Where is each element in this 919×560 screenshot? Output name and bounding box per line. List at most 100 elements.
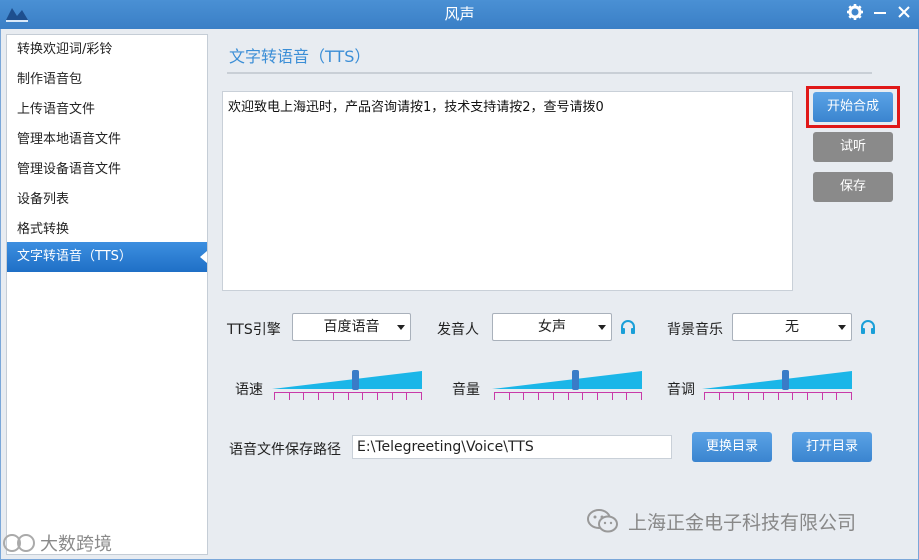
company-watermark: 上海正金电子科技有限公司 xyxy=(586,505,856,537)
slider-tick xyxy=(762,393,764,400)
speaker-label: 发音人 xyxy=(437,322,479,338)
slider-tick xyxy=(611,393,613,400)
slider-tick xyxy=(274,393,275,400)
slider-knob[interactable] xyxy=(571,370,579,390)
speaker-value: 女声 xyxy=(538,319,566,335)
bottom-left-watermark: 大数跨境 xyxy=(2,530,112,556)
tts-engine-label: TTS引擎 xyxy=(227,322,281,338)
slider-knob[interactable] xyxy=(781,370,789,390)
chevron-down-icon xyxy=(397,325,405,330)
close-icon[interactable] xyxy=(894,3,914,25)
tts-engine-select[interactable]: 百度语音 xyxy=(292,313,411,341)
gear-icon[interactable] xyxy=(845,3,865,25)
headphone-icon[interactable] xyxy=(859,319,877,335)
slider-tick xyxy=(391,393,393,400)
slider-tick xyxy=(733,393,735,400)
slider-tick xyxy=(792,393,794,400)
pitch-slider[interactable] xyxy=(702,370,854,403)
watermark-text: 大数跨境 xyxy=(40,534,112,555)
bgm-select[interactable]: 无 xyxy=(732,313,852,341)
sidebar-item-label: 格式转换 xyxy=(17,222,70,237)
bgm-value: 无 xyxy=(785,319,799,335)
slider-tick xyxy=(851,393,852,400)
slider-tick xyxy=(376,393,378,400)
start-synthesis-button[interactable]: 开始合成 xyxy=(813,92,893,122)
slider-tick xyxy=(748,393,750,400)
slider-tick xyxy=(552,393,554,400)
wechat-icon xyxy=(587,509,618,533)
bgm-label: 背景音乐 xyxy=(667,322,723,338)
chevron-down-icon xyxy=(598,325,606,330)
slider-tick xyxy=(641,393,642,400)
slider-track xyxy=(492,371,642,389)
sidebar-item-device-list[interactable]: 设备列表 xyxy=(7,185,207,215)
sidebar-item-local-files[interactable]: 管理本地语音文件 xyxy=(7,125,207,155)
slider-tick xyxy=(347,393,349,400)
sidebar-item-tts[interactable]: 文字转语音（TTS） xyxy=(7,242,207,272)
headphone-icon[interactable] xyxy=(619,319,637,335)
slider-tick xyxy=(582,393,584,400)
slider-tick xyxy=(821,393,823,400)
listen-button[interactable]: 试听 xyxy=(813,132,893,162)
slider-tick xyxy=(494,393,495,400)
pitch-label: 音调 xyxy=(667,382,695,398)
slider-tick xyxy=(421,393,422,400)
speed-label: 语速 xyxy=(235,382,263,398)
slider-tick xyxy=(806,393,808,400)
sidebar-item-label: 制作语音包 xyxy=(17,72,83,87)
slider-tick xyxy=(318,393,320,400)
slider-tick xyxy=(718,393,720,400)
slider-tick xyxy=(288,393,290,400)
sidebar-item-upload-voice[interactable]: 上传语音文件 xyxy=(7,95,207,125)
slider-knob[interactable] xyxy=(351,370,359,390)
slider-tick xyxy=(596,393,598,400)
slider-track xyxy=(702,371,852,389)
sidebar-item-format-convert[interactable]: 格式转换 xyxy=(7,215,207,245)
volume-label: 音量 xyxy=(452,382,480,398)
sidebar-item-label: 设备列表 xyxy=(17,192,70,207)
slider-ticks xyxy=(494,392,642,400)
sidebar-item-label: 上传语音文件 xyxy=(17,102,96,117)
slider-tick xyxy=(406,393,408,400)
section-divider xyxy=(227,72,872,74)
slider-tick xyxy=(626,393,628,400)
slider-tick xyxy=(704,393,705,400)
save-path-input[interactable]: E:\Telegreeting\Voice\TTS xyxy=(352,435,672,459)
sidebar: 转换欢迎词/彩铃 制作语音包 上传语音文件 管理本地语音文件 管理设备语音文件 … xyxy=(6,34,208,555)
slider-tick xyxy=(332,393,334,400)
slider-tick xyxy=(777,393,779,400)
tts-text-input[interactable]: 欢迎致电上海迅时，产品咨询请按1，技术支持请按2，查号请拨0 xyxy=(222,91,793,291)
save-button[interactable]: 保存 xyxy=(813,172,893,202)
save-path-label: 语音文件保存路径 xyxy=(229,442,341,458)
tts-engine-value: 百度语音 xyxy=(323,319,380,335)
slider-tick xyxy=(567,393,569,400)
change-directory-button[interactable]: 更换目录 xyxy=(692,432,772,462)
speaker-select[interactable]: 女声 xyxy=(492,313,612,341)
slider-tick xyxy=(836,393,838,400)
slider-tick xyxy=(362,393,364,400)
window-title: 风声 xyxy=(444,5,475,23)
sidebar-item-label: 转换欢迎词/彩铃 xyxy=(17,42,113,57)
volume-slider[interactable] xyxy=(492,370,644,403)
company-name: 上海正金电子科技有限公司 xyxy=(628,511,857,534)
sidebar-item-device-files[interactable]: 管理设备语音文件 xyxy=(7,155,207,185)
title-bar: 风声 xyxy=(0,0,919,29)
speed-slider[interactable] xyxy=(272,370,424,403)
minimize-icon[interactable] xyxy=(870,3,890,25)
slider-tick xyxy=(538,393,540,400)
sidebar-item-voice-pack[interactable]: 制作语音包 xyxy=(7,65,207,95)
sidebar-item-label: 文字转语音（TTS） xyxy=(17,249,132,264)
section-title: 文字转语音（TTS） xyxy=(229,47,371,66)
slider-track xyxy=(272,371,422,389)
slider-tick xyxy=(508,393,510,400)
slider-tick xyxy=(523,393,525,400)
watermark-logo-icon xyxy=(3,534,35,552)
slider-ticks xyxy=(274,392,422,400)
slider-tick xyxy=(303,393,305,400)
slider-ticks xyxy=(704,392,852,400)
sidebar-item-label: 管理本地语音文件 xyxy=(17,132,122,147)
sidebar-item-label: 管理设备语音文件 xyxy=(17,162,122,177)
chevron-down-icon xyxy=(838,325,846,330)
sidebar-item-welcome-ringtone[interactable]: 转换欢迎词/彩铃 xyxy=(7,35,207,65)
open-directory-button[interactable]: 打开目录 xyxy=(792,432,872,462)
